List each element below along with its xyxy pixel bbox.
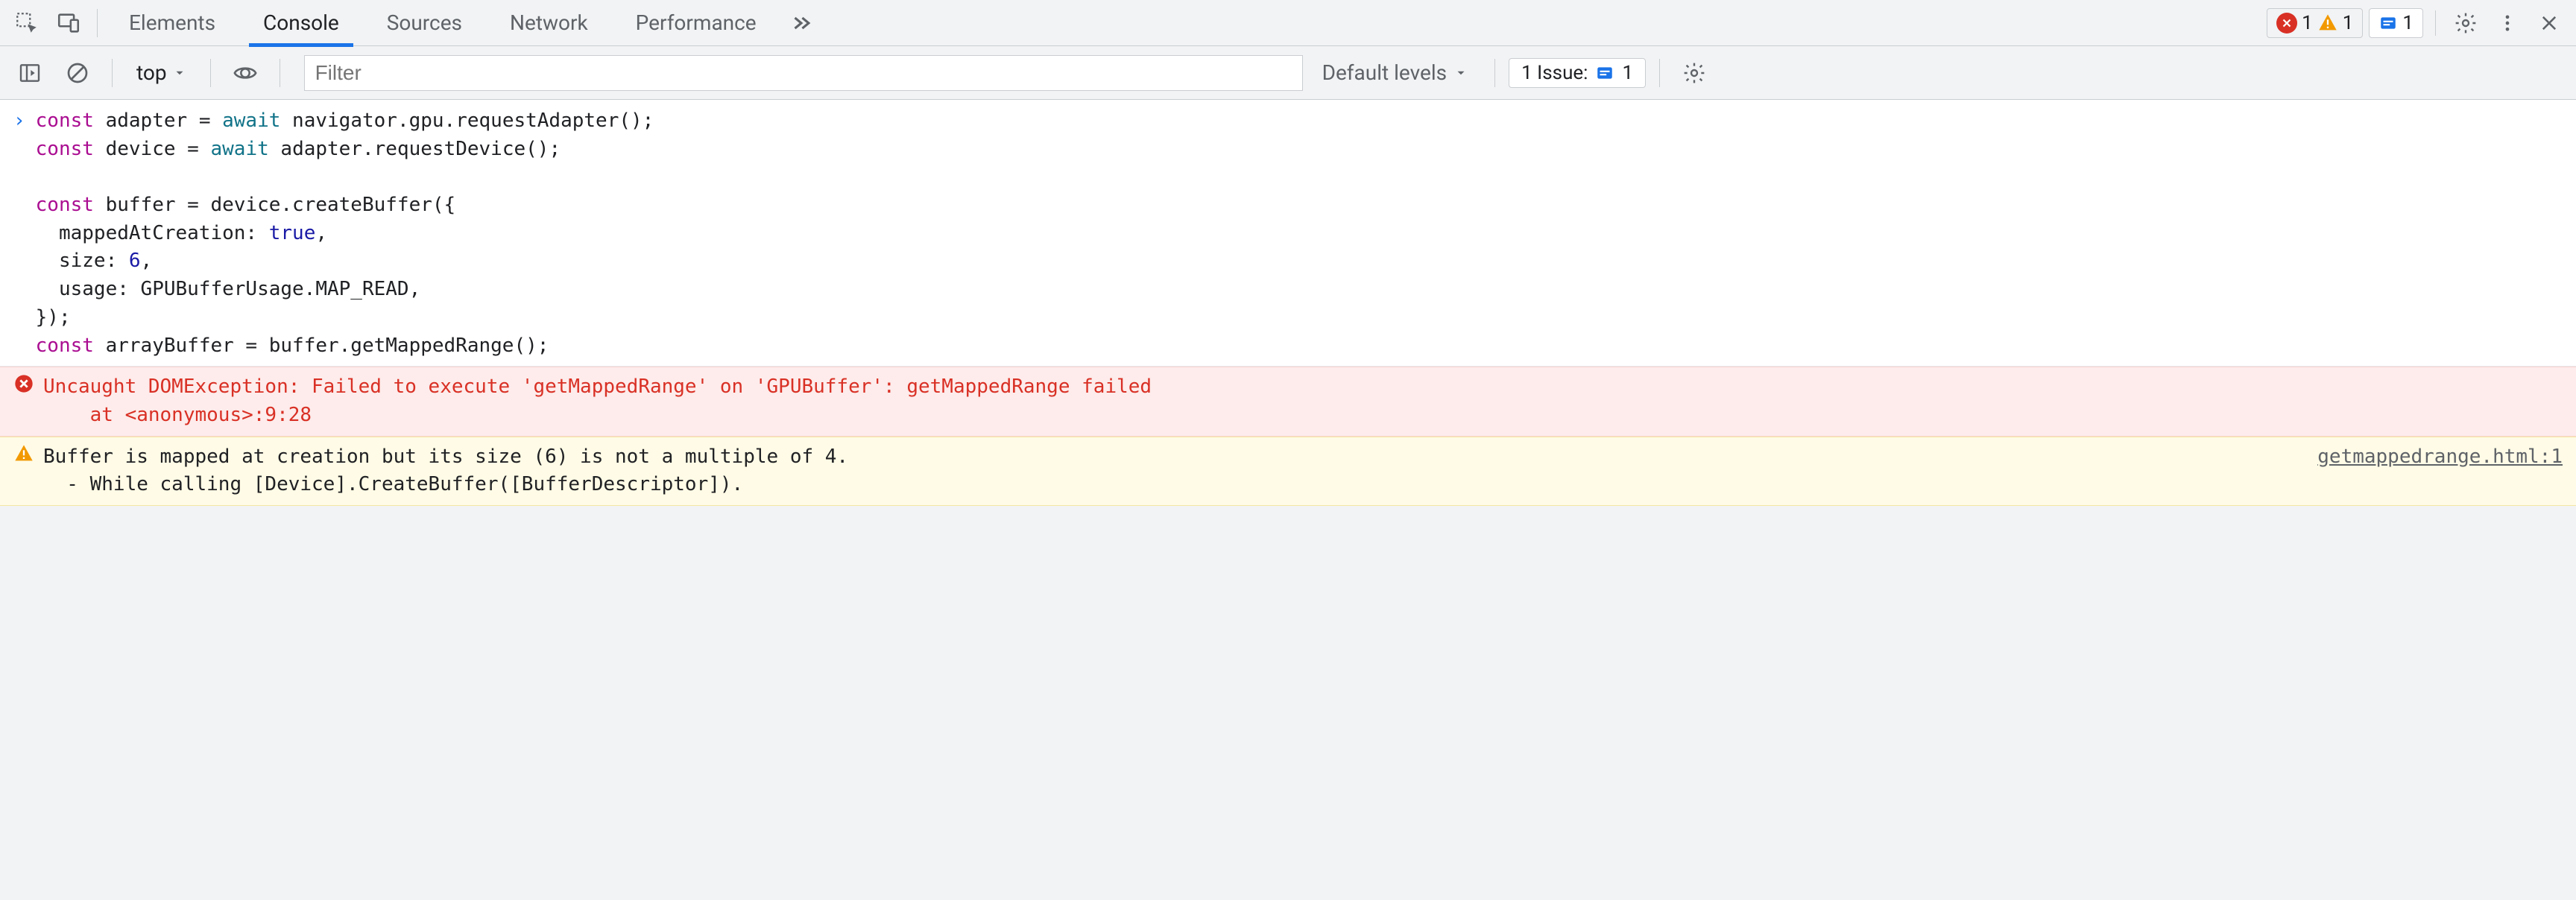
panel-tabs: Elements Console Sources Network Perform… — [105, 0, 822, 45]
filter-input[interactable] — [304, 55, 1303, 91]
error-icon — [13, 373, 34, 429]
devtools-tabstrip: Elements Console Sources Network Perform… — [0, 0, 2576, 46]
divider — [2435, 10, 2436, 36]
issue-label: 1 Issue: — [1521, 62, 1588, 84]
info-icon — [1595, 63, 1614, 83]
tab-elements[interactable]: Elements — [105, 0, 239, 46]
tab-label: Console — [263, 10, 339, 35]
console-input-entry[interactable]: › const adapter = await navigator.gpu.re… — [0, 100, 2576, 367]
more-tabs-icon[interactable] — [780, 2, 822, 44]
device-toolbar-icon[interactable] — [48, 2, 89, 44]
toggle-sidebar-icon[interactable] — [9, 52, 51, 94]
warning-text: Buffer is mapped at creation but its siz… — [43, 443, 2302, 499]
divider — [210, 59, 211, 87]
divider — [1659, 59, 1660, 87]
tab-label: Performance — [636, 10, 757, 35]
divider — [97, 9, 98, 37]
info-icon — [2378, 13, 2398, 33]
log-levels-selector[interactable]: Default levels — [1309, 60, 1482, 85]
warning-count: 1 — [2343, 12, 2354, 34]
input-chevron-icon: › — [13, 107, 25, 360]
clear-console-icon[interactable] — [57, 52, 98, 94]
levels-label: Default levels — [1322, 60, 1448, 85]
console-message-list: › const adapter = await navigator.gpu.re… — [0, 100, 2576, 506]
console-toolbar: top Default levels 1 Issue: 1 — [0, 46, 2576, 100]
issues-badge[interactable]: 1 Issue: 1 — [1509, 58, 1646, 88]
chevron-down-icon — [1454, 66, 1468, 80]
info-count-badge[interactable]: 1 — [2369, 8, 2423, 38]
code-block: const adapter = await navigator.gpu.requ… — [36, 107, 654, 360]
close-icon[interactable] — [2528, 2, 2570, 44]
tab-label: Sources — [387, 10, 462, 35]
console-settings-icon[interactable] — [1673, 52, 1715, 94]
context-selector[interactable]: top — [126, 57, 197, 88]
context-label: top — [136, 60, 167, 85]
source-link[interactable]: getmappedrange.html:1 — [2302, 443, 2563, 499]
tab-label: Network — [510, 10, 588, 35]
warning-icon — [13, 443, 34, 499]
settings-icon[interactable] — [2445, 2, 2487, 44]
tab-label: Elements — [129, 10, 215, 35]
error-count: 1 — [2302, 12, 2313, 34]
error-text: Uncaught DOMException: Failed to execute… — [43, 373, 1152, 429]
divider — [1494, 59, 1495, 87]
live-expression-icon[interactable] — [224, 52, 266, 94]
tab-sources[interactable]: Sources — [363, 0, 486, 46]
message-counts[interactable]: 1 1 — [2267, 8, 2363, 38]
error-icon — [2276, 13, 2297, 34]
tab-performance[interactable]: Performance — [612, 0, 780, 46]
tab-network[interactable]: Network — [486, 0, 612, 46]
kebab-menu-icon[interactable] — [2487, 2, 2528, 44]
inspect-element-icon[interactable] — [6, 2, 48, 44]
divider — [112, 59, 113, 87]
tab-console[interactable]: Console — [239, 0, 363, 46]
console-error-message[interactable]: Uncaught DOMException: Failed to execute… — [0, 367, 2576, 436]
console-warning-message[interactable]: Buffer is mapped at creation but its siz… — [0, 437, 2576, 506]
warning-icon — [2317, 13, 2338, 34]
issue-count: 1 — [1622, 62, 1633, 84]
chevron-down-icon — [173, 66, 186, 80]
info-count: 1 — [2402, 12, 2414, 34]
